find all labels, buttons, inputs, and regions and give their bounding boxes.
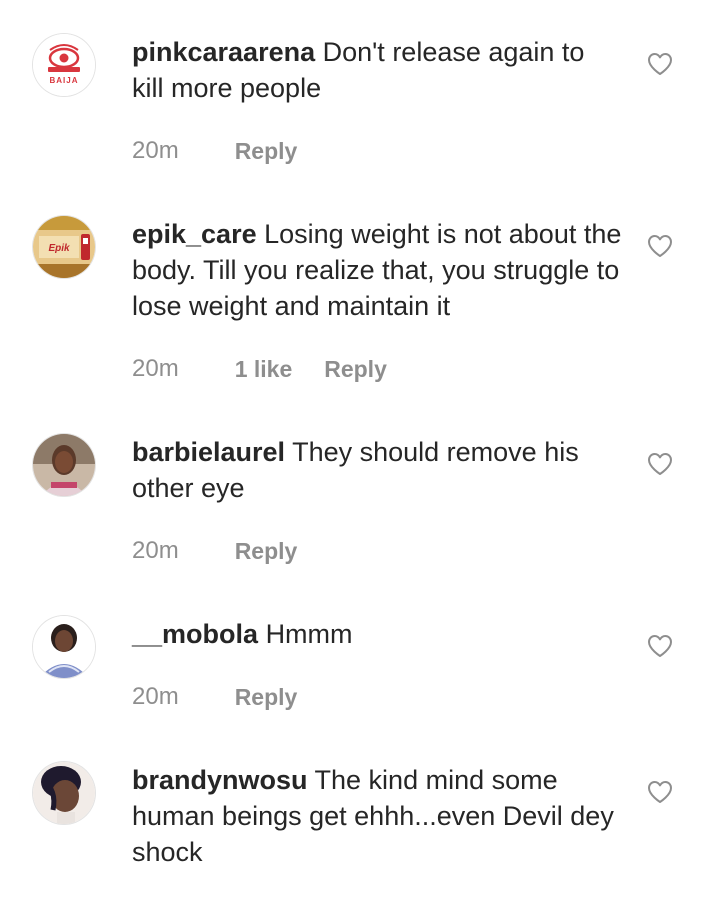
heart-icon[interactable] <box>647 780 673 804</box>
comment-body: brandynwosu The kind mind some human bei… <box>132 762 622 870</box>
reply-button[interactable]: Reply <box>324 356 387 383</box>
comment-username[interactable]: pinkcaraarena <box>132 37 315 67</box>
user-photo-icon <box>33 762 95 824</box>
heart-icon[interactable] <box>647 634 673 658</box>
avatar[interactable]: BAIJA <box>33 34 95 96</box>
comment-meta: 20m Reply <box>132 679 297 715</box>
comment-timestamp: 20m <box>132 537 179 564</box>
comment-timestamp: 20m <box>132 355 179 382</box>
epik-care-logo-icon: Epik <box>33 216 95 278</box>
heart-icon[interactable] <box>647 52 673 76</box>
heart-icon[interactable] <box>647 452 673 476</box>
comment-meta: 20m Reply <box>132 533 297 569</box>
comment-timestamp: 20m <box>132 137 179 164</box>
avatar[interactable] <box>33 434 95 496</box>
user-photo-icon <box>33 616 95 678</box>
comment-body: barbielaurel They should remove his othe… <box>132 434 622 506</box>
comment-meta: 20m 1 like Reply <box>132 351 387 387</box>
heart-icon[interactable] <box>647 234 673 258</box>
avatar[interactable] <box>33 762 95 824</box>
avatar[interactable]: Epik <box>33 216 95 278</box>
avatar-logo-text: BAIJA <box>49 76 78 85</box>
comment-meta: 20m Reply <box>132 133 297 169</box>
reply-button[interactable]: Reply <box>235 538 298 565</box>
comment-username[interactable]: barbielaurel <box>132 437 285 467</box>
comment-body: __mobola Hmmm <box>132 616 622 652</box>
comment-username[interactable]: brandynwosu <box>132 765 308 795</box>
comment-body: pinkcaraarena Don't release again to kil… <box>132 34 622 106</box>
user-photo-icon <box>33 434 95 496</box>
avatar-logo-text: Epik <box>48 243 70 254</box>
comment-timestamp: 20m <box>132 683 179 710</box>
comment-username[interactable]: epik_care <box>132 219 257 249</box>
bbnaija-logo-icon: BAIJA <box>33 34 95 96</box>
comment-text: Hmmm <box>265 619 353 649</box>
avatar[interactable] <box>33 616 95 678</box>
comment-body: epik_care Losing weight is not about the… <box>132 216 622 324</box>
comment-username[interactable]: __mobola <box>132 619 258 649</box>
reply-button[interactable]: Reply <box>235 138 298 165</box>
reply-button[interactable]: Reply <box>235 684 298 711</box>
like-count[interactable]: 1 like <box>235 356 293 383</box>
